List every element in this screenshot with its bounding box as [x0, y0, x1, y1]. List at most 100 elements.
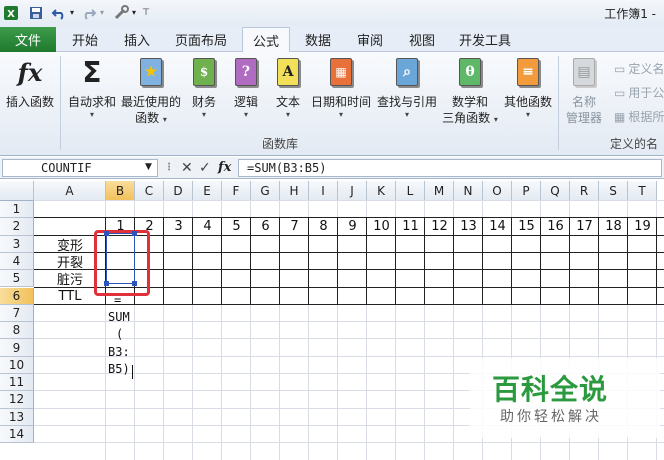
name-manager-button[interactable]: ▤ 名称 管理器: [562, 56, 606, 126]
tab-developer[interactable]: 开发工具: [452, 27, 518, 52]
column-header-i[interactable]: I: [309, 181, 338, 201]
table-cell[interactable]: 13: [454, 218, 483, 235]
math-trig-button[interactable]: θ 数学和 三角函数 ▾: [442, 56, 498, 128]
column-header-f[interactable]: F: [222, 181, 251, 201]
column-header-d[interactable]: D: [164, 181, 193, 201]
table-cell[interactable]: 14: [483, 218, 512, 235]
table-cell[interactable]: 6: [251, 218, 280, 235]
row-header-9[interactable]: 9: [0, 339, 34, 357]
customize-icon[interactable]: ⊤: [142, 4, 150, 21]
selection-handle[interactable]: [132, 281, 137, 286]
cancel-icon[interactable]: ✕: [181, 160, 193, 176]
table-cell[interactable]: 4: [193, 218, 222, 235]
redo-dropdown-icon[interactable]: ▾: [98, 4, 106, 21]
row-header-8[interactable]: 8: [0, 322, 34, 340]
column-header-k[interactable]: K: [367, 181, 396, 201]
lookup-book-icon: ⌕: [396, 58, 418, 86]
column-header-r[interactable]: R: [570, 181, 599, 201]
column-header-b[interactable]: B: [106, 181, 135, 201]
table-cell[interactable]: 19: [628, 218, 657, 235]
table-cell[interactable]: 15: [512, 218, 541, 235]
insert-function-icon[interactable]: fx: [218, 160, 231, 175]
column-header-p[interactable]: P: [512, 181, 541, 201]
row-header-5[interactable]: 5: [0, 270, 34, 288]
undo-dropdown-icon[interactable]: ▾: [68, 4, 76, 21]
use-in-formula-button[interactable]: ▭ 用于公: [614, 84, 664, 101]
row-header-11[interactable]: 11: [0, 374, 34, 392]
column-header-a[interactable]: A: [34, 181, 106, 201]
tab-formulas[interactable]: 公式: [242, 27, 290, 53]
create-from-selection-label: 根据所: [628, 110, 664, 124]
tab-home[interactable]: 开始: [62, 27, 108, 52]
selection-handle[interactable]: [104, 231, 109, 236]
more-functions-button[interactable]: ≡ 其他函数 ▾: [502, 56, 554, 119]
row-header-4[interactable]: 4: [0, 252, 34, 271]
datetime-button[interactable]: ▦ 日期和时间 ▾: [310, 56, 372, 119]
logical-button[interactable]: ? 逻辑 ▾: [228, 56, 264, 119]
tab-data[interactable]: 数据: [296, 27, 340, 52]
define-name-button[interactable]: ▭ 定义名: [614, 60, 664, 77]
enter-icon[interactable]: ✓: [199, 160, 211, 176]
selection-handle[interactable]: [132, 231, 137, 236]
column-header-o[interactable]: O: [483, 181, 512, 201]
autosum-button[interactable]: Σ 自动求和 ▾: [66, 55, 118, 120]
tab-file[interactable]: 文件: [0, 27, 56, 52]
column-header-m[interactable]: M: [425, 181, 454, 201]
recent-functions-button[interactable]: ★ 最近使用的 函数 ▾: [120, 56, 182, 128]
column-header-h[interactable]: H: [280, 181, 309, 201]
column-header-n[interactable]: N: [454, 181, 483, 201]
name-manager-label-1: 名称: [571, 95, 596, 109]
formula-input[interactable]: =SUM(B3:B5): [238, 159, 662, 177]
tools-icon[interactable]: [112, 4, 130, 21]
chevron-down-icon[interactable]: ▼: [145, 162, 152, 172]
tab-insert[interactable]: 插入: [114, 27, 160, 52]
table-cell[interactable]: 17: [570, 218, 599, 235]
column-header-l[interactable]: L: [396, 181, 425, 201]
row-header-12[interactable]: 12: [0, 391, 34, 409]
table-cell[interactable]: 12: [425, 218, 454, 235]
column-header-q[interactable]: Q: [541, 181, 570, 201]
text-button[interactable]: A 文本 ▾: [270, 56, 306, 119]
row-header-13[interactable]: 13: [0, 408, 34, 426]
undo-icon[interactable]: [50, 4, 68, 21]
row-header-10[interactable]: 10: [0, 356, 34, 374]
table-cell[interactable]: 3: [164, 218, 193, 235]
table-cell[interactable]: 9: [338, 218, 367, 235]
star-book-icon: ★: [140, 58, 162, 86]
table-cell[interactable]: 18: [599, 218, 628, 235]
tab-review[interactable]: 审阅: [348, 27, 392, 52]
redo-icon[interactable]: [80, 4, 98, 21]
column-header-g[interactable]: G: [251, 181, 280, 201]
table-cell[interactable]: 5: [222, 218, 251, 235]
table-cell[interactable]: 16: [541, 218, 570, 235]
selection-handle[interactable]: [104, 281, 109, 286]
tools-dropdown-icon[interactable]: ▾: [130, 4, 138, 21]
column-header-c[interactable]: C: [135, 181, 164, 201]
insert-function-button[interactable]: fx 插入函数: [4, 56, 56, 110]
row-header-7[interactable]: 7: [0, 304, 34, 323]
table-cell[interactable]: 8: [309, 218, 338, 235]
sigma-icon: Σ: [82, 55, 102, 89]
lookup-button[interactable]: ⌕ 查找与引用 ▾: [376, 56, 438, 119]
select-all-corner[interactable]: [0, 181, 34, 201]
row-header-14[interactable]: 14: [0, 425, 34, 444]
row-header-6[interactable]: 6: [0, 287, 34, 305]
table-cell[interactable]: 11: [396, 218, 425, 235]
table-cell[interactable]: 10: [367, 218, 396, 235]
column-header-j[interactable]: J: [338, 181, 367, 201]
column-header-s[interactable]: S: [599, 181, 628, 201]
table-cell[interactable]: 7: [280, 218, 309, 235]
save-icon[interactable]: [28, 4, 44, 21]
column-header-e[interactable]: E: [193, 181, 222, 201]
row-header-2[interactable]: 2: [0, 218, 34, 236]
name-box[interactable]: COUNTIF: [2, 159, 158, 177]
row-header-1[interactable]: 1: [0, 201, 34, 219]
tab-view[interactable]: 视图: [400, 27, 444, 52]
financial-button[interactable]: $ 财务 ▾: [186, 56, 222, 119]
column-header-t[interactable]: T: [628, 181, 657, 201]
tab-page-layout[interactable]: 页面布局: [168, 27, 234, 52]
create-from-selection-button[interactable]: ▦ 根据所: [614, 108, 664, 125]
row-header-3[interactable]: 3: [0, 235, 34, 253]
create-from-selection-icon: ▦: [614, 109, 626, 124]
use-in-formula-icon: ▭: [614, 85, 626, 100]
